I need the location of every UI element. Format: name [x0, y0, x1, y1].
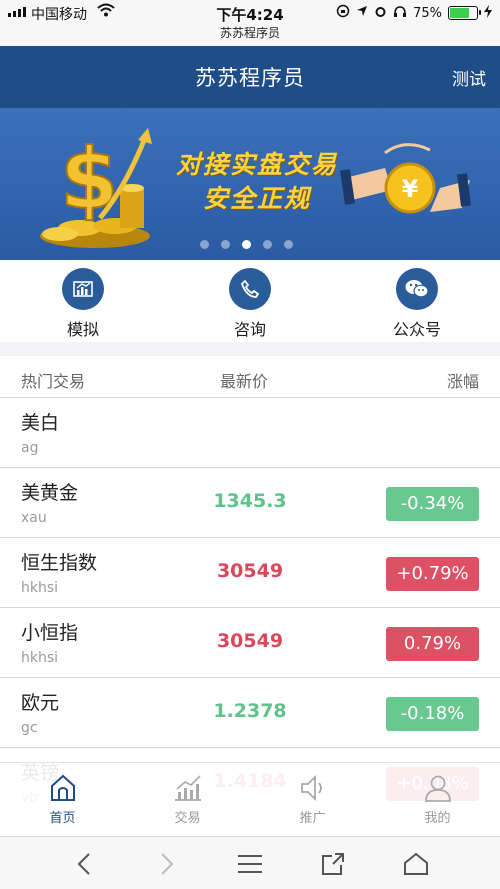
instrument-name: 小恒指: [21, 622, 79, 644]
wechat-icon: [396, 268, 438, 310]
banner-line1: 对接实盘交易: [176, 150, 339, 179]
test-button[interactable]: 测试: [452, 65, 486, 90]
table-header: 热门交易 最新价 涨幅: [0, 356, 500, 398]
tab-home[interactable]: 首页: [0, 773, 125, 826]
browser-toolbar: [0, 836, 500, 889]
carousel-dot[interactable]: [284, 240, 293, 249]
change-badge[interactable]: +0.79%: [386, 557, 479, 591]
instrument-code: hkhsi: [21, 580, 59, 596]
change-badge[interactable]: -0.18%: [386, 697, 479, 731]
forward-icon[interactable]: [147, 849, 187, 879]
promo-banner[interactable]: $ ¥ 对接实盘交易 安全正规: [0, 108, 500, 260]
instrument-code: gc: [21, 720, 38, 736]
latest-price: 1345.3: [213, 490, 287, 512]
instrument-code: ag: [21, 440, 39, 456]
quick-links: 模拟 咨询 公众号: [0, 260, 500, 342]
instrument-name: 美白: [21, 412, 60, 434]
tab-mine[interactable]: 我的: [375, 773, 500, 826]
carousel-dot[interactable]: [200, 240, 209, 249]
instrument-name: 美黄金: [21, 482, 79, 504]
latest-price: 30549: [216, 560, 284, 582]
nav-bar: 苏苏程序员 测试: [0, 46, 500, 108]
home-icon: [50, 774, 75, 801]
table-row[interactable]: 小恒指 hkhsi 30549 0.79%: [0, 608, 500, 678]
table-body: 美白 ag 美黄金 xau 1345.3 -0.34% 恒生指数 hkhsi 30549 +0.7…: [0, 398, 500, 818]
header-change: 涨幅: [446, 372, 479, 391]
open-in-icon[interactable]: [313, 849, 353, 879]
trade-icon: [174, 775, 201, 801]
quick-link-consult[interactable]: 咨询: [200, 268, 300, 340]
browser-page-title: 苏苏程序员: [219, 26, 280, 40]
table-row[interactable]: 美白 ag: [0, 398, 500, 468]
quick-link-label: 公众号: [392, 320, 441, 339]
chart-icon: [62, 268, 104, 310]
user-icon: [424, 775, 451, 802]
app-page: 中国移动 下午4:24 75% 苏苏程序员 苏苏程序员 测试 $ ¥ 对接实盘交…: [0, 0, 500, 889]
handshake-coin-icon: ¥: [340, 143, 471, 214]
location-icon: [356, 5, 368, 21]
carousel-indicator[interactable]: [200, 240, 293, 249]
tab-label: 推广: [299, 811, 326, 826]
dollar-icon: $: [60, 130, 118, 228]
rotation-lock-icon: [336, 4, 350, 22]
change-badge[interactable]: -0.34%: [386, 487, 479, 521]
back-icon[interactable]: [64, 849, 104, 879]
page-title: 苏苏程序员: [195, 66, 305, 90]
banner-slogan: 对接实盘交易 安全正规: [176, 148, 338, 216]
quick-link-wechat[interactable]: 公众号: [367, 268, 467, 340]
tab-promote[interactable]: 推广: [250, 773, 375, 826]
instrument-code: hkhsi: [21, 650, 59, 666]
quick-link-simulate[interactable]: 模拟: [33, 268, 133, 340]
tab-label: 交易: [174, 811, 201, 826]
latest-price: 1.2378: [213, 700, 287, 722]
menu-icon[interactable]: [230, 849, 270, 879]
table-row[interactable]: 恒生指数 hkhsi 30549 +0.79%: [0, 538, 500, 608]
instrument-name: 恒生指数: [21, 552, 98, 574]
carousel-dot[interactable]: [221, 240, 230, 249]
battery-percent: 75%: [413, 5, 442, 21]
table-row[interactable]: 美黄金 xau 1345.3 -0.34%: [0, 468, 500, 538]
instrument-code: xau: [21, 510, 47, 526]
tab-trade[interactable]: 交易: [125, 773, 250, 826]
charging-icon: [484, 4, 492, 22]
quick-link-label: 模拟: [66, 320, 99, 339]
carousel-dot[interactable]: [242, 240, 251, 249]
phone-icon: [229, 268, 271, 310]
speaker-icon: [300, 774, 322, 802]
latest-price: 30549: [216, 630, 284, 652]
svg-text:¥: ¥: [402, 175, 419, 203]
header-price: 最新价: [220, 372, 269, 391]
tab-label: 首页: [49, 811, 76, 826]
banner-line2: 安全正规: [203, 184, 312, 213]
change-badge[interactable]: 0.79%: [386, 627, 479, 661]
header-name: 热门交易: [21, 372, 86, 391]
table-row[interactable]: 欧元 gc 1.2378 -0.18%: [0, 678, 500, 748]
status-bar: 中国移动 下午4:24 75% 苏苏程序员: [0, 0, 500, 46]
home-page-icon[interactable]: [396, 849, 436, 879]
battery-icon: [448, 6, 481, 20]
quick-link-label: 咨询: [233, 320, 266, 339]
headphones-icon: [393, 5, 407, 22]
tab-bar: 首页 交易 推广 我的: [0, 762, 500, 836]
alarm-icon: [374, 5, 387, 22]
carousel-dot[interactable]: [263, 240, 272, 249]
tab-label: 我的: [424, 811, 451, 826]
instrument-name: 欧元: [21, 692, 60, 714]
